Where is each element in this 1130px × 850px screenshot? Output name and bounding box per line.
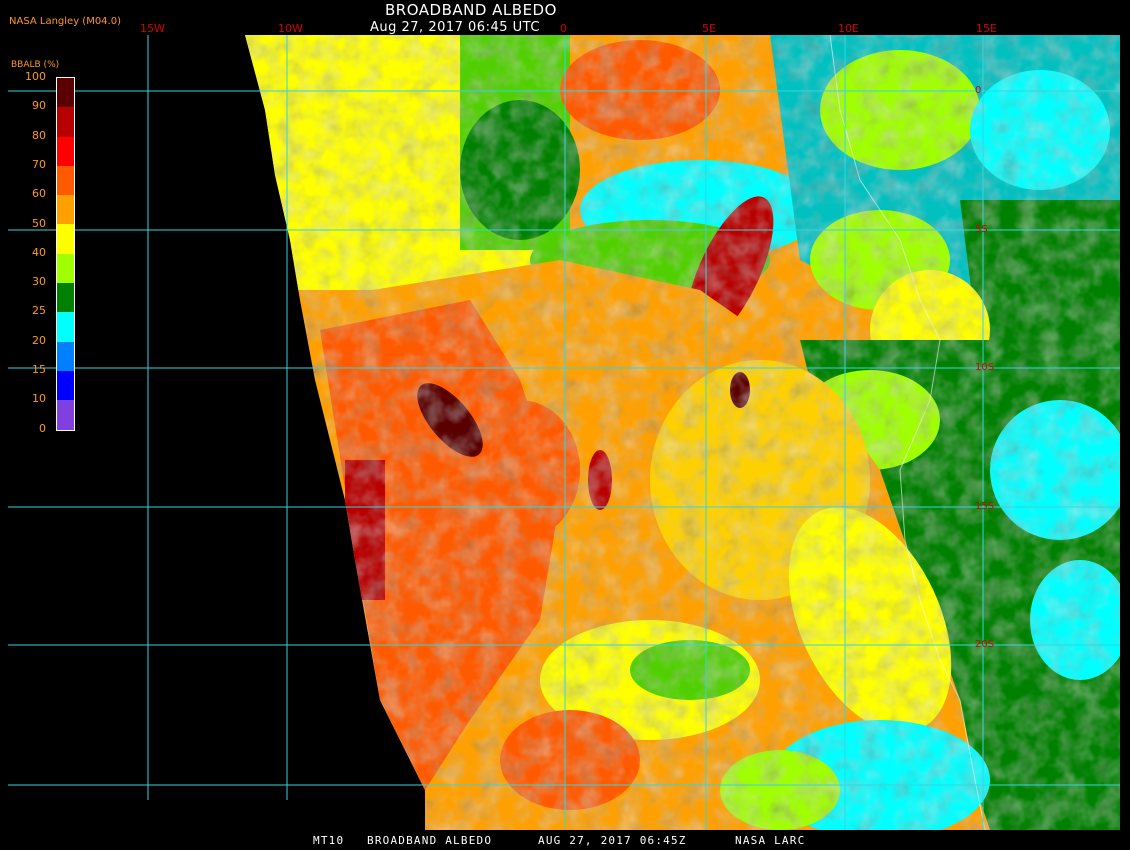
legend-swatch — [57, 195, 74, 225]
legend-tick-label: 50 — [32, 216, 46, 230]
legend-tick-label: 40 — [32, 245, 46, 259]
legend-swatch — [57, 78, 74, 108]
footer-name: BROADBAND ALBEDO — [367, 834, 493, 847]
legend-tick-label: 30 — [32, 275, 46, 289]
lon-label-0: 0 — [560, 22, 567, 35]
legend-swatch — [57, 253, 74, 284]
lon-label-10e: 10E — [838, 22, 859, 35]
lon-label-5e: 5E — [702, 22, 716, 35]
lat-label-10s: 10S — [975, 362, 995, 373]
lat-label-15s: 15S — [975, 501, 995, 512]
legend-tick-label: 25 — [32, 304, 46, 318]
legend-swatch — [57, 165, 74, 196]
legend-tick-label: 15 — [32, 363, 46, 376]
legend-swatch — [57, 224, 74, 254]
legend-swatch — [57, 283, 74, 313]
legend-swatch — [57, 107, 74, 137]
legend-swatch — [57, 341, 74, 371]
legend-tick-label: 80 — [32, 128, 46, 142]
legend-tick-label: 60 — [32, 187, 46, 201]
lon-label-10w: 10W — [278, 22, 303, 35]
footer-product: MT10 — [313, 834, 345, 847]
lat-label-20s: 20S — [975, 639, 995, 650]
map-timestamp: Aug 27, 2017 06:45 UTC — [370, 20, 540, 35]
footer-org: NASA LARC — [735, 834, 806, 847]
lat-label-0: 0 — [975, 85, 982, 96]
legend-tick-label: 100 — [25, 70, 46, 83]
lon-label-15e: 15E — [976, 22, 997, 35]
legend-tick-label: 0 — [39, 421, 46, 435]
map-title: BROADBAND ALBEDO — [385, 1, 557, 19]
legend-title: BBALB (%) — [11, 60, 60, 70]
albedo-field — [245, 35, 1120, 830]
legend-swatch — [57, 136, 74, 166]
legend-tick-label: 10 — [32, 392, 46, 406]
brand-label: NASA Langley (M04.0) — [9, 16, 121, 27]
footer-datetime: AUG 27, 2017 06:45Z — [538, 834, 687, 847]
legend-tick-label: 90 — [32, 99, 46, 113]
legend-swatch — [57, 370, 74, 401]
legend-color-bar — [56, 77, 75, 431]
legend-tick-label: 20 — [32, 333, 46, 347]
lat-label-5s: 5S — [975, 224, 988, 235]
legend-swatch — [57, 400, 74, 430]
albedo-map — [8, 35, 1120, 830]
lon-label-15w: 15W — [140, 22, 165, 35]
legend-tick-label: 70 — [32, 157, 46, 171]
legend-swatch — [57, 312, 74, 342]
